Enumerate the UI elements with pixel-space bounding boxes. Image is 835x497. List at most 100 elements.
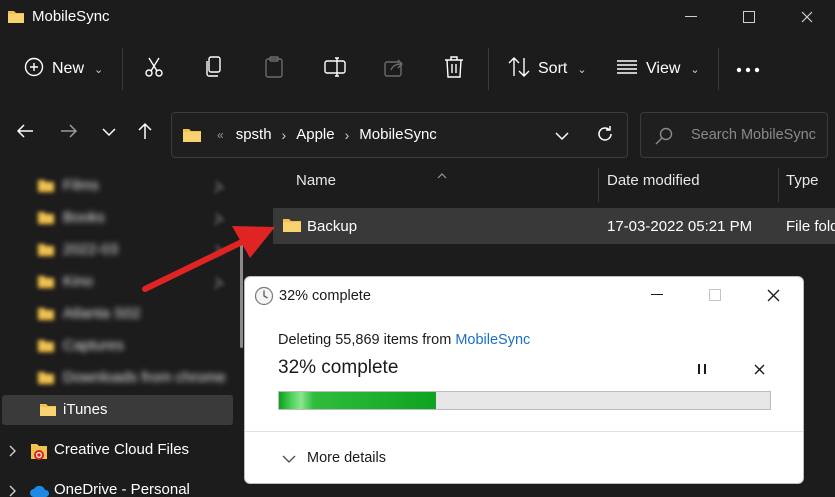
column-header-date[interactable]: Date modified [607, 172, 700, 189]
breadcrumb: « spsth › Apple › MobileSync [217, 126, 437, 143]
arrow-up-icon [137, 122, 153, 145]
chevron-right-icon[interactable] [9, 484, 17, 497]
share-button[interactable] [384, 34, 404, 104]
cancel-operation-button[interactable] [747, 359, 771, 383]
folder-icon [37, 371, 55, 389]
command-bar: New ⌄ Sort ⌄ View ⌄ [0, 34, 835, 104]
sidebar-item[interactable]: Films [0, 171, 235, 201]
sidebar-item-label: Atlanta S02 [63, 305, 141, 322]
progress-bar-fill [279, 392, 437, 409]
sidebar-item[interactable]: 2022-03 [0, 235, 235, 265]
clock-icon [254, 286, 274, 311]
sidebar-scrollbar[interactable] [240, 230, 243, 348]
ellipsis-icon [736, 60, 760, 78]
maximize-button[interactable] [720, 0, 778, 34]
recent-locations-button[interactable] [94, 118, 124, 148]
pin-icon [214, 180, 224, 197]
rename-icon [324, 56, 346, 82]
folder-icon [282, 218, 302, 238]
dialog-title: 32% complete [279, 288, 371, 304]
source-folder-link[interactable]: MobileSync [455, 332, 530, 348]
sidebar-item-itunes[interactable]: iTunes [2, 395, 233, 425]
back-button[interactable] [10, 118, 40, 148]
sidebar-item[interactable]: Kino [0, 267, 235, 297]
progress-message-text: Deleting 55,869 items from [278, 332, 456, 348]
view-button[interactable]: View ⌄ [616, 34, 700, 104]
sort-label: Sort [538, 60, 568, 77]
more-details-toggle[interactable]: More details [307, 450, 386, 466]
column-divider[interactable] [598, 168, 599, 202]
search-placeholder: Search MobileSync [691, 127, 816, 143]
file-row[interactable]: Backup 17-03-2022 05:21 PM File folder [273, 208, 835, 244]
new-label: New [52, 60, 85, 77]
column-divider[interactable] [778, 168, 779, 202]
dialog-maximize-button[interactable] [685, 277, 745, 313]
divider [718, 48, 719, 90]
breadcrumb-item[interactable]: MobileSync [359, 126, 437, 143]
address-dropdown-icon[interactable] [555, 128, 569, 146]
chevron-right-icon[interactable] [9, 444, 17, 461]
sidebar-item-label: Captures [63, 337, 124, 354]
sidebar-item-onedrive[interactable]: OneDrive - Personal [0, 475, 235, 497]
pause-button[interactable] [690, 359, 714, 383]
sidebar-item[interactable]: Atlanta S02 [0, 299, 235, 329]
copy-button[interactable] [204, 34, 224, 104]
chevron-down-icon: ⌄ [577, 63, 587, 76]
search-icon [655, 127, 673, 150]
arrow-right-icon [60, 123, 78, 144]
rename-button[interactable] [324, 34, 346, 104]
refresh-icon[interactable] [596, 125, 614, 148]
paste-button[interactable] [264, 34, 284, 104]
file-name: Backup [307, 218, 358, 235]
cut-button[interactable] [144, 34, 164, 104]
window-title: MobileSync [32, 8, 110, 25]
chevron-down-icon: ⌄ [94, 63, 104, 76]
sidebar-item-label: OneDrive - Personal [54, 481, 190, 497]
sidebar-item[interactable]: Books [0, 203, 235, 233]
dialog-minimize-button[interactable] [627, 277, 687, 313]
search-box[interactable]: Search MobileSync [640, 112, 828, 158]
chevron-right-icon[interactable]: › [345, 127, 350, 143]
column-header-name[interactable]: Name [296, 172, 336, 189]
breadcrumb-item[interactable]: Apple [296, 126, 334, 143]
sort-button[interactable]: Sort ⌄ [508, 34, 587, 104]
copy-icon [204, 55, 224, 83]
share-icon [384, 57, 404, 82]
close-button[interactable] [778, 0, 835, 34]
minimize-button[interactable] [662, 0, 720, 34]
divider [122, 48, 123, 90]
plus-circle-icon [24, 57, 44, 82]
folder-icon [37, 307, 55, 325]
more-options-button[interactable] [736, 34, 760, 104]
breadcrumb-item[interactable]: spsth [236, 126, 272, 143]
progress-percent: 32% complete [278, 357, 399, 378]
pin-icon [214, 244, 224, 261]
column-header-type[interactable]: Type [786, 172, 819, 189]
sort-ascending-icon [437, 166, 447, 184]
dialog-close-button[interactable] [743, 277, 803, 313]
folder-icon [37, 275, 55, 293]
title-bar: MobileSync [0, 0, 835, 34]
sidebar-item[interactable]: Captures [0, 331, 235, 361]
forward-button[interactable] [54, 118, 84, 148]
delete-button[interactable] [444, 34, 464, 104]
sidebar-item-creative-cloud[interactable]: Creative Cloud Files [0, 435, 235, 465]
progress-bar [278, 391, 771, 410]
sidebar-item-label: Creative Cloud Files [54, 441, 190, 458]
sidebar-item-label: Films [63, 177, 99, 194]
address-bar[interactable]: « spsth › Apple › MobileSync [171, 112, 628, 158]
trash-icon [444, 55, 464, 83]
dialog-footer: More details [245, 431, 803, 483]
sidebar-item-label: iTunes [63, 401, 108, 418]
chevron-down-icon[interactable] [282, 451, 296, 469]
folder-icon [37, 179, 55, 197]
new-button[interactable]: New ⌄ [24, 34, 103, 104]
file-type: File folder [786, 218, 835, 235]
progress-dialog: 32% complete Deleting 55,869 items from … [244, 276, 804, 484]
folder-icon [39, 403, 57, 421]
overflow-chevron-icon[interactable]: « [217, 128, 224, 142]
creative-cloud-icon [30, 441, 48, 465]
chevron-right-icon[interactable]: › [282, 127, 287, 143]
up-button[interactable] [130, 118, 160, 148]
sidebar-item[interactable]: Downloads from chrome [0, 363, 235, 393]
